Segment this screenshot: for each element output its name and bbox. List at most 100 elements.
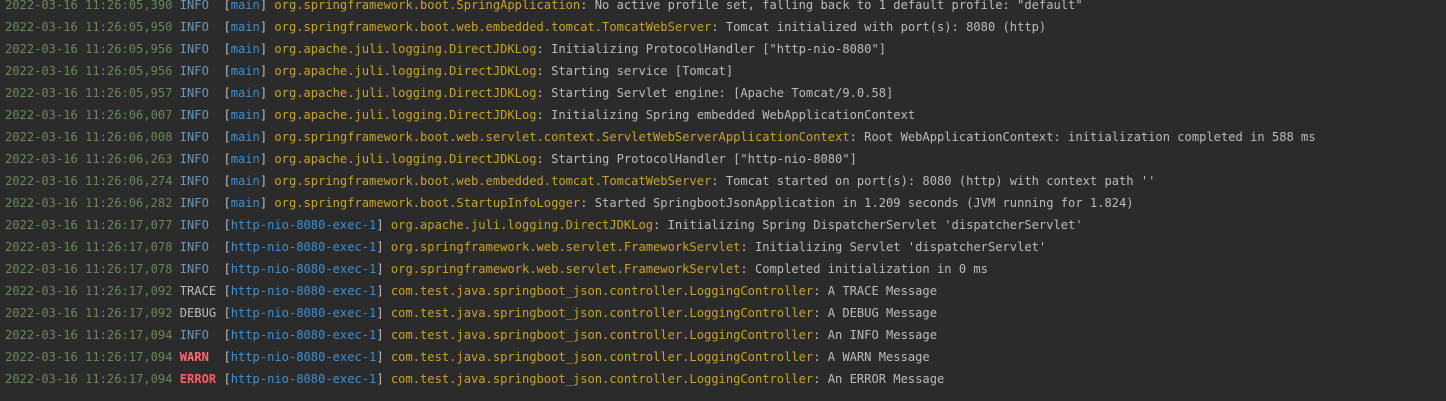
log-thread: main: [230, 108, 260, 122]
log-line: 2022-03-16 11:26:17,092 TRACE [http-nio-…: [5, 280, 1316, 302]
log-message: : Tomcat started on port(s): 8080 (http)…: [711, 174, 1156, 188]
log-spacer: [384, 372, 391, 386]
log-timestamp: 2022-03-16 11:26:06,007: [5, 108, 173, 122]
log-line: 2022-03-16 11:26:17,094 WARN [http-nio-8…: [5, 346, 1316, 368]
log-spacer: [172, 64, 179, 78]
log-thread: http-nio-8080-exec-1: [230, 306, 377, 320]
log-line: 2022-03-16 11:26:05,390 INFO [main] org.…: [5, 0, 1316, 16]
log-logger: com.test.java.springboot_json.controller…: [390, 306, 814, 320]
log-level: INFO: [179, 0, 209, 12]
log-level: WARN: [179, 350, 209, 364]
log-line: 2022-03-16 11:26:17,078 INFO [http-nio-8…: [5, 236, 1316, 258]
log-thread: main: [230, 196, 260, 210]
log-message: : Started SpringbootJsonApplication in 1…: [580, 196, 1134, 210]
log-logger: org.apache.juli.logging.DirectJDKLog: [390, 218, 654, 232]
log-message: : A DEBUG Message: [813, 306, 937, 320]
log-spacer: [172, 350, 179, 364]
log-logger: org.springframework.boot.web.embedded.to…: [274, 174, 712, 188]
log-line: 2022-03-16 11:26:17,094 ERROR [http-nio-…: [5, 368, 1316, 390]
log-bracket-open: [: [223, 284, 231, 298]
log-level: INFO: [179, 196, 209, 210]
log-thread: http-nio-8080-exec-1: [230, 328, 377, 342]
log-logger: org.apache.juli.logging.DirectJDKLog: [274, 42, 537, 56]
log-message: : Tomcat initialized with port(s): 8080 …: [711, 20, 1047, 34]
log-level: INFO: [179, 42, 209, 56]
log-message: : Root WebApplicationContext: initializa…: [849, 130, 1316, 144]
log-level: INFO: [179, 174, 209, 188]
log-timestamp: 2022-03-16 11:26:05,956: [5, 42, 173, 56]
log-level: TRACE: [179, 284, 217, 298]
log-timestamp: 2022-03-16 11:26:17,094: [5, 328, 173, 342]
log-logger: com.test.java.springboot_json.controller…: [390, 328, 814, 342]
log-message: : A WARN Message: [813, 350, 930, 364]
log-bracket-close: ]: [376, 350, 384, 364]
log-spacer: [172, 42, 179, 56]
log-timestamp: 2022-03-16 11:26:17,094: [5, 350, 173, 364]
log-level: INFO: [179, 262, 209, 276]
log-timestamp: 2022-03-16 11:26:17,092: [5, 284, 173, 298]
log-level: INFO: [179, 328, 209, 342]
log-spacer: [384, 262, 391, 276]
log-level: ERROR: [179, 372, 217, 386]
log-logger: org.apache.juli.logging.DirectJDKLog: [274, 152, 537, 166]
log-thread: main: [230, 64, 260, 78]
log-message: : Starting ProtocolHandler ["http-nio-80…: [536, 152, 857, 166]
log-line: 2022-03-16 11:26:17,092 DEBUG [http-nio-…: [5, 302, 1316, 324]
log-timestamp: 2022-03-16 11:26:17,078: [5, 262, 173, 276]
log-timestamp: 2022-03-16 11:26:06,282: [5, 196, 173, 210]
log-line: 2022-03-16 11:26:06,263 INFO [main] org.…: [5, 148, 1316, 170]
log-logger: org.springframework.web.servlet.Framewor…: [390, 240, 741, 254]
log-timestamp: 2022-03-16 11:26:17,094: [5, 372, 173, 386]
log-spacer: [172, 328, 179, 342]
log-spacer: [172, 130, 179, 144]
log-level: INFO: [179, 20, 209, 34]
log-bracket-close: ]: [376, 372, 384, 386]
log-message: : No active profile set, falling back to…: [580, 0, 1083, 12]
log-timestamp: 2022-03-16 11:26:05,950: [5, 20, 173, 34]
log-spacer: [384, 284, 391, 298]
log-timestamp: 2022-03-16 11:26:06,263: [5, 152, 173, 166]
log-spacer: [384, 350, 391, 364]
log-thread: main: [230, 130, 260, 144]
log-spacer: [172, 108, 179, 122]
log-spacer: [172, 240, 179, 254]
log-timestamp: 2022-03-16 11:26:05,957: [5, 86, 173, 100]
log-line: 2022-03-16 11:26:05,957 INFO [main] org.…: [5, 82, 1316, 104]
log-message: : An INFO Message: [813, 328, 937, 342]
log-spacer: [172, 20, 179, 34]
log-logger: com.test.java.springboot_json.controller…: [390, 350, 814, 364]
log-bracket-open: [: [223, 240, 231, 254]
log-spacer: [384, 218, 391, 232]
log-timestamp: 2022-03-16 11:26:06,008: [5, 130, 173, 144]
log-bracket-open: [: [223, 372, 231, 386]
log-thread: main: [230, 174, 260, 188]
log-level: INFO: [179, 218, 209, 232]
log-bracket-open: [: [223, 86, 231, 100]
log-bracket-open: [: [223, 108, 231, 122]
log-bracket-open: [: [223, 174, 231, 188]
log-bracket-open: [: [223, 196, 231, 210]
log-lines: 2022-03-16 11:26:05,390 INFO [main] org.…: [5, 0, 1316, 390]
log-logger: org.apache.juli.logging.DirectJDKLog: [274, 86, 537, 100]
log-level: INFO: [179, 108, 209, 122]
log-bracket-close: ]: [376, 306, 384, 320]
log-line: 2022-03-16 11:26:05,950 INFO [main] org.…: [5, 16, 1316, 38]
log-bracket-open: [: [223, 64, 231, 78]
log-thread: http-nio-8080-exec-1: [230, 284, 377, 298]
log-bracket-open: [: [223, 130, 231, 144]
log-spacer: [172, 196, 179, 210]
log-bracket-open: [: [223, 0, 231, 12]
log-spacer: [384, 240, 391, 254]
log-logger: org.springframework.boot.StartupInfoLogg…: [274, 196, 581, 210]
log-message: : Initializing Servlet 'dispatcherServle…: [740, 240, 1047, 254]
log-logger: org.springframework.boot.web.embedded.to…: [274, 20, 712, 34]
log-bracket-close: ]: [376, 284, 384, 298]
log-level: DEBUG: [179, 306, 217, 320]
log-thread: http-nio-8080-exec-1: [230, 218, 377, 232]
log-spacer: [172, 0, 179, 12]
log-logger: com.test.java.springboot_json.controller…: [390, 284, 814, 298]
console-output[interactable]: 2022-03-16 11:26:05,390 INFO [main] org.…: [0, 0, 1446, 401]
log-line: 2022-03-16 11:26:06,007 INFO [main] org.…: [5, 104, 1316, 126]
log-line: 2022-03-16 11:26:05,956 INFO [main] org.…: [5, 38, 1316, 60]
log-thread: http-nio-8080-exec-1: [230, 372, 377, 386]
